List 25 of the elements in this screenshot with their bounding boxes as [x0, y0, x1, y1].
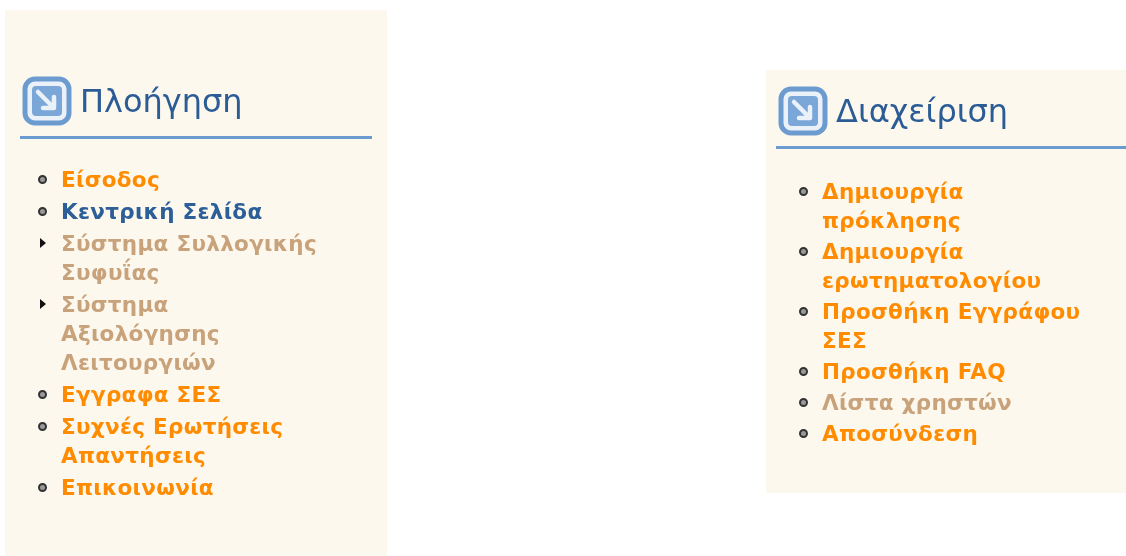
bullet-icon [38, 483, 47, 492]
expand-arrow-icon [39, 237, 47, 249]
bullet-icon [38, 390, 47, 399]
menu-link[interactable]: Είσοδος [61, 165, 160, 194]
menu-link[interactable]: Επικοινωνία [61, 473, 214, 502]
bullet-icon [38, 207, 47, 216]
menu-link[interactable]: Συχνές Ερωτήσεις Απαντήσεις [61, 412, 323, 470]
bullet-icon [38, 422, 47, 431]
menu-link[interactable]: Δημιουργία ερωτηματολογίου [822, 237, 1097, 295]
panel-title: Διαχείριση [836, 92, 1009, 130]
bullet-icon [799, 307, 808, 316]
panel-title: Πλοήγηση [80, 82, 243, 120]
menu-link[interactable]: Αποσύνδεση [822, 419, 979, 448]
menu-link[interactable]: Προσθήκη Εγγράφου ΣΕΣ [822, 297, 1097, 355]
bullet-icon [799, 367, 808, 376]
bullet-icon [799, 247, 808, 256]
bullet-icon [38, 175, 47, 184]
expand-arrow-icon [39, 298, 47, 310]
menu-link[interactable]: Εγγραφα ΣΕΣ [61, 380, 222, 409]
menu-link[interactable]: Κεντρική Σελίδα [61, 197, 263, 226]
menu-link[interactable]: Προσθήκη FAQ [822, 357, 1006, 386]
bullet-icon [799, 429, 808, 438]
bullet-icon [799, 187, 808, 196]
bullet-icon [799, 398, 808, 407]
menu-link[interactable]: Δημιουργία πρόκλησης [822, 177, 1097, 235]
